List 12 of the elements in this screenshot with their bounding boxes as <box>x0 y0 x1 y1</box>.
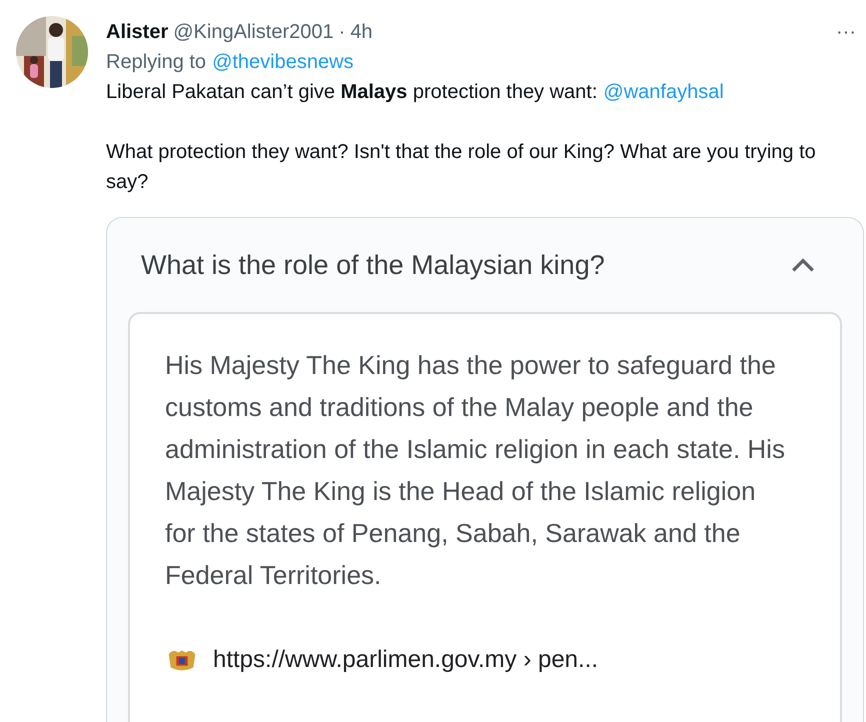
tweet-text: Liberal Pakatan can’t give Malays protection they want: <box>106 80 598 105</box>
user-handle[interactable]: @KingAlister2001 <box>173 20 334 44</box>
chevron-icon[interactable] <box>790 256 816 274</box>
replying-to-label: Replying to <box>106 50 206 75</box>
answer-text: His Majesty The King has the power to safeguard the customs and traditions of the Malay people and the administration of the Islamic religion in each state. His Majesty The King is the Head of the Islamic religion for the states of Penang, Sabah, Sarawak and the Federal Territories. <box>165 349 785 592</box>
timestamp[interactable]: 4h <box>350 20 373 44</box>
tweet-text: What protection they want? Isn't that the role of our King? What are you trying to say? <box>106 140 817 195</box>
more-button[interactable]: ··· <box>832 20 860 44</box>
source-url[interactable]: https://www.parlimen.gov.my › pen... <box>213 646 598 674</box>
separator-dot: · <box>338 20 346 44</box>
user-name[interactable]: Alister <box>106 20 168 44</box>
question-text: What is the role of the Malaysian king? <box>140 250 606 280</box>
